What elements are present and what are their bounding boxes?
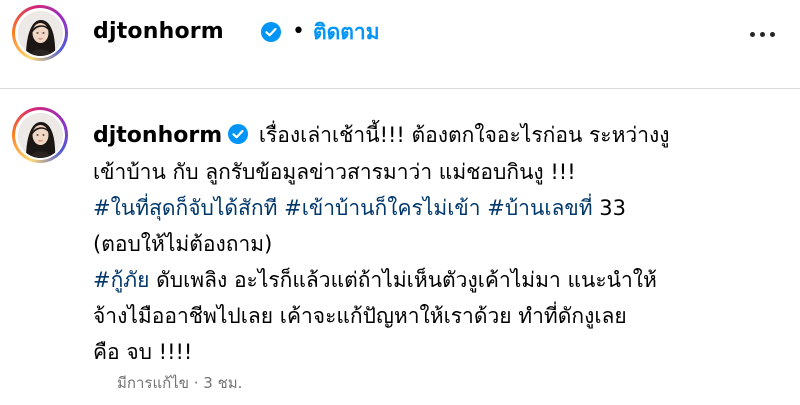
verified-badge-icon [228,124,249,144]
header-divider [0,88,800,89]
caption-line-6: จ้างไมืออาชีพไปเลย เค้าจะแก้ปัญหาให้เราด… [93,304,627,328]
caption-line-7: คือ จบ !!!! [93,340,193,364]
verified-badge-icon [261,22,281,42]
edited-timestamp: มีการแก้ไข · 3 ชม. [117,374,243,392]
header-username[interactable]: djtonhorm [93,17,224,47]
caption-username[interactable]: djtonhorm [93,123,222,148]
caption-line-4: (ตอบให้ไม่ต้องถาม) [93,232,273,256]
caption-line-5: #กู้ภัย ดับเพลิง อะไรก็แล้วแต่ถ้าไม่เห็น… [93,262,783,298]
caption-text: เรื่องเล่าเช้านี้!!! ต้องตกใจอะไรก่อน ระ… [258,123,670,147]
caption-text: ดับเพลิง อะไรก็แล้วแต่ถ้าไม่เห็นตัวงูเค้… [156,268,657,292]
avatar[interactable] [12,5,68,61]
avatar-image [17,112,63,158]
hashtag-link[interactable]: #เข้าบ้านก็ใครไม่เข้า [284,196,480,220]
separator-dot: • [292,19,305,44]
caption-line-3: #ในที่สุดก็จับได้สักที #เข้าบ้านก็ใครไม่… [93,190,783,226]
hashtag-link[interactable]: #ในที่สุดก็จับได้สักที [93,196,277,220]
caption-line-1: djtonhorm เรื่องเล่าเช้านี้!!! ต้องตกใจอ… [93,117,783,154]
avatar-image [17,10,63,56]
follow-button[interactable]: ติดตาม [313,17,380,47]
post-header: djtonhorm • ติดตาม [0,0,800,70]
hashtag-link[interactable]: #บ้านเลขที่ [487,196,592,220]
hashtag-link[interactable]: #กู้ภัย [93,268,149,292]
caption-line-2: เข้าบ้าน กับ ลูกรับข้อมูลข่าวสารมาว่า แม… [93,160,576,184]
post-caption: djtonhorm เรื่องเล่าเช้านี้!!! ต้องตกใจอ… [93,117,783,370]
caption-text: 33 [599,196,626,220]
caption-avatar[interactable] [12,107,68,163]
more-options-icon[interactable] [742,20,782,48]
